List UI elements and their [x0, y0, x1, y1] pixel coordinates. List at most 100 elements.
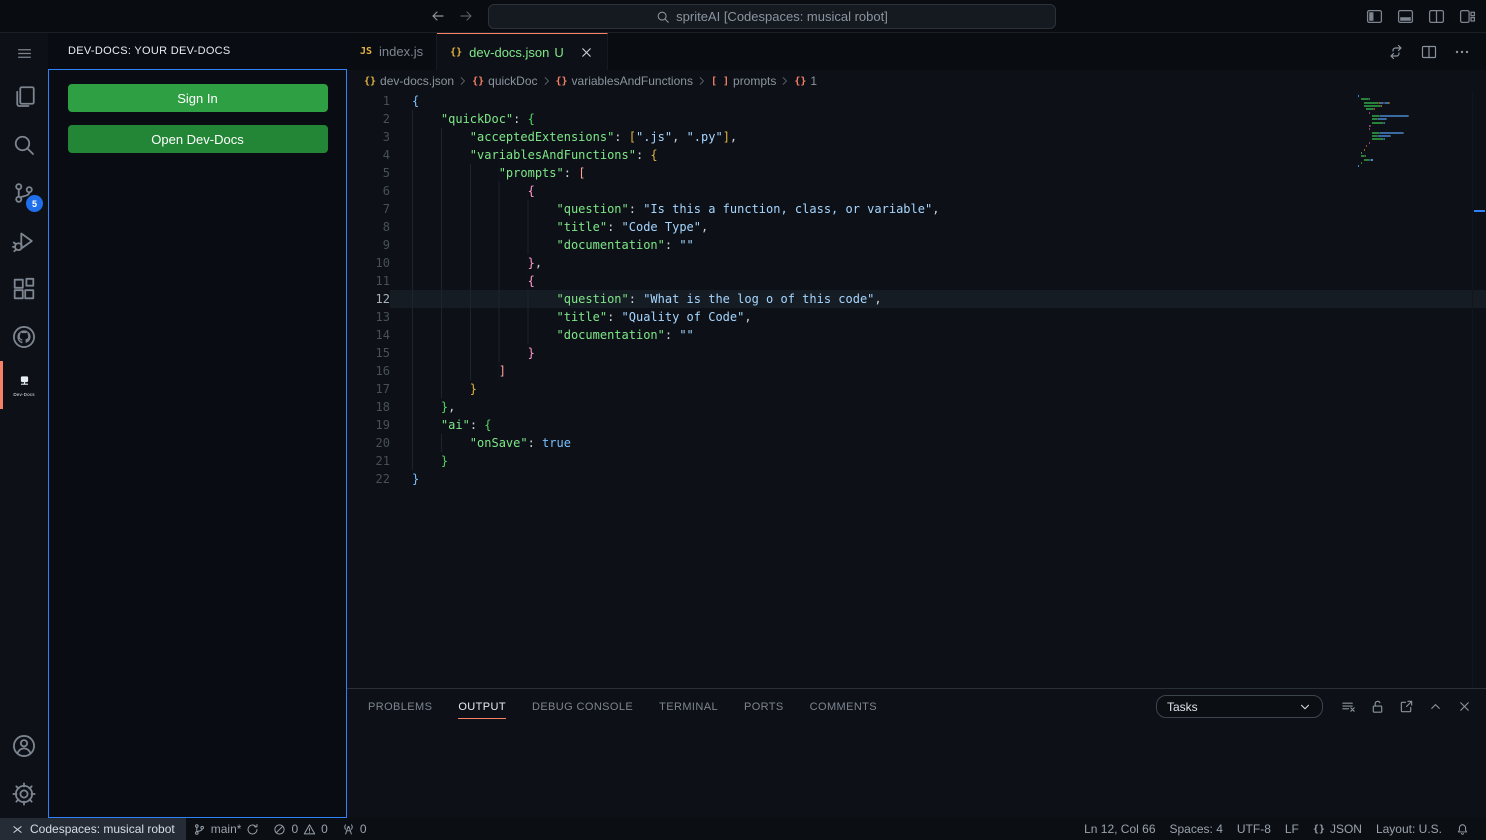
code-line-11[interactable]: 11 {	[347, 272, 1486, 290]
toggle-secondary-sidebar-icon[interactable]	[1428, 8, 1445, 25]
editor-tab-bar: JSindex.js{}dev-docs.jsonU	[347, 33, 1486, 70]
line-number: 6	[347, 182, 390, 200]
lock-scrolling-icon[interactable]	[1370, 699, 1385, 714]
code-line-4[interactable]: 4 "variablesAndFunctions": {	[347, 146, 1486, 164]
panel-tab-ports[interactable]: PORTS	[744, 689, 784, 724]
code-line-8[interactable]: 8 "title": "Code Type",	[347, 218, 1486, 236]
symbol-icon: {}	[472, 76, 484, 87]
run-and-debug-icon	[12, 229, 36, 253]
code-line-10[interactable]: 10 },	[347, 254, 1486, 272]
code-line-9[interactable]: 9 "documentation": ""	[347, 236, 1486, 254]
open-changes-icon[interactable]	[1388, 44, 1404, 60]
bell-icon	[1456, 823, 1469, 836]
code-line-18[interactable]: 18 },	[347, 398, 1486, 416]
minimap[interactable]	[1358, 95, 1470, 169]
line-number: 13	[347, 308, 390, 326]
activity-bar-item-run-and-debug[interactable]	[0, 217, 48, 265]
line-number: 18	[347, 398, 390, 416]
activity-bar-item-source-control[interactable]: 5	[0, 169, 48, 217]
code-line-16[interactable]: 16 ]	[347, 362, 1486, 380]
open-dev-docs-button[interactable]: Open Dev-Docs	[68, 125, 328, 153]
status-item-indentation[interactable]: Spaces: 4	[1163, 818, 1230, 840]
command-center-search[interactable]: spriteAI [Codespaces: musical robot]	[488, 4, 1056, 29]
tab-label: dev-docs.json	[469, 45, 549, 60]
status-item-end-of-line[interactable]: LF	[1278, 818, 1306, 840]
status-item-git-branch[interactable]: main*	[186, 818, 267, 840]
line-number: 7	[347, 200, 390, 218]
breadcrumb-separator-icon	[541, 75, 553, 87]
line-number: 12	[347, 290, 390, 308]
tab-index-js[interactable]: JSindex.js	[347, 33, 437, 70]
status-item-remote-indicator[interactable]: Codespaces: musical robot	[0, 818, 186, 840]
activity-bar-item-settings[interactable]	[0, 770, 48, 818]
breadcrumb-item[interactable]: {} dev-docs.json	[364, 74, 454, 88]
output-channel-dropdown[interactable]: Tasks	[1156, 695, 1323, 718]
git-status-badge: U	[554, 45, 563, 60]
status-item-problems[interactable]: 00	[266, 818, 334, 840]
status-item-keyboard-layout[interactable]: Layout: U.S.	[1369, 818, 1449, 840]
activity-bar-item-github[interactable]	[0, 313, 48, 361]
code-editor[interactable]: 1{2 "quickDoc": {3 "acceptedExtensions":…	[347, 92, 1486, 688]
toggle-primary-sidebar-icon[interactable]	[1366, 8, 1383, 25]
panel-tab-terminal[interactable]: TERMINAL	[659, 689, 718, 724]
split-editor-icon[interactable]	[1421, 44, 1437, 60]
code-line-15[interactable]: 15 }	[347, 344, 1486, 362]
code-line-3[interactable]: 3 "acceptedExtensions": [".js", ".py"],	[347, 128, 1486, 146]
activity-bar-item-menu[interactable]	[0, 33, 48, 73]
code-line-14[interactable]: 14 "documentation": ""	[347, 326, 1486, 344]
sign-in-button[interactable]: Sign In	[68, 84, 328, 112]
code-line-17[interactable]: 17 }	[347, 380, 1486, 398]
line-number: 4	[347, 146, 390, 164]
code-line-7[interactable]: 7 "question": "Is this a function, class…	[347, 200, 1486, 218]
status-item-encoding[interactable]: UTF-8	[1230, 818, 1278, 840]
close-tab-icon[interactable]	[579, 45, 594, 60]
sidebar-panel-body: Sign In Open Dev-Docs	[48, 69, 347, 818]
status-item-cursor-position[interactable]: Ln 12, Col 66	[1077, 818, 1162, 840]
clear-output-icon[interactable]	[1341, 699, 1356, 714]
error-icon	[273, 823, 286, 836]
line-number: 2	[347, 110, 390, 128]
breadcrumb-item[interactable]: [ ]prompts	[711, 74, 776, 88]
github-icon	[12, 325, 36, 349]
panel-tab-problems[interactable]: PROBLEMS	[368, 689, 432, 724]
status-item-language-mode[interactable]: {}JSON	[1306, 818, 1369, 840]
code-line-21[interactable]: 21 }	[347, 452, 1486, 470]
maximize-panel-icon[interactable]	[1428, 699, 1443, 714]
close-panel-icon[interactable]	[1457, 699, 1472, 714]
toggle-panel-icon[interactable]	[1397, 8, 1414, 25]
back-icon[interactable]	[430, 8, 446, 24]
code-line-5[interactable]: 5 "prompts": [	[347, 164, 1486, 182]
activity-bar-item-extensions[interactable]	[0, 265, 48, 313]
breadcrumb-item[interactable]: {}variablesAndFunctions	[556, 74, 693, 88]
code-line-2[interactable]: 2 "quickDoc": {	[347, 110, 1486, 128]
customize-layout-icon[interactable]	[1459, 8, 1476, 25]
breadcrumb-label: dev-docs.json	[380, 74, 454, 88]
tab-dev-docs-json[interactable]: {}dev-docs.jsonU	[437, 33, 608, 70]
code-line-22[interactable]: 22}	[347, 470, 1486, 488]
breadcrumb-item[interactable]: {}quickDoc	[472, 74, 537, 88]
forward-icon[interactable]	[458, 8, 474, 24]
activity-bar-item-accounts[interactable]	[0, 722, 48, 770]
code-line-6[interactable]: 6 {	[347, 182, 1486, 200]
symbol-icon: {}	[364, 76, 376, 87]
panel-tab-output[interactable]: OUTPUT	[458, 689, 506, 724]
breadcrumb-item[interactable]: {}1	[794, 74, 817, 88]
code-line-12[interactable]: 12 "question": "What is the log o of thi…	[347, 290, 1486, 308]
status-item-notifications[interactable]	[1449, 818, 1476, 840]
open-output-in-editor-icon[interactable]	[1399, 699, 1414, 714]
activity-bar-item-explorer[interactable]	[0, 73, 48, 121]
activity-bar-item-search[interactable]	[0, 121, 48, 169]
code-line-20[interactable]: 20 "onSave": true	[347, 434, 1486, 452]
code-line-1[interactable]: 1{	[347, 92, 1486, 110]
panel-tab-debug-console[interactable]: DEBUG CONSOLE	[532, 689, 633, 724]
panel-tab-comments[interactable]: COMMENTS	[810, 689, 877, 724]
activity-bar-item-dev-docs[interactable]: Dev-Docs	[0, 361, 48, 409]
more-actions-icon[interactable]	[1454, 44, 1470, 60]
status-item-forwarded-ports[interactable]: 0	[335, 818, 374, 840]
code-line-19[interactable]: 19 "ai": {	[347, 416, 1486, 434]
panel-header: PROBLEMS OUTPUT DEBUG CONSOLE TERMINAL PORTS…	[347, 689, 1486, 724]
line-number: 3	[347, 128, 390, 146]
remote-icon	[11, 823, 24, 836]
breadcrumb-label: variablesAndFunctions	[572, 74, 693, 88]
code-line-13[interactable]: 13 "title": "Quality of Code",	[347, 308, 1486, 326]
